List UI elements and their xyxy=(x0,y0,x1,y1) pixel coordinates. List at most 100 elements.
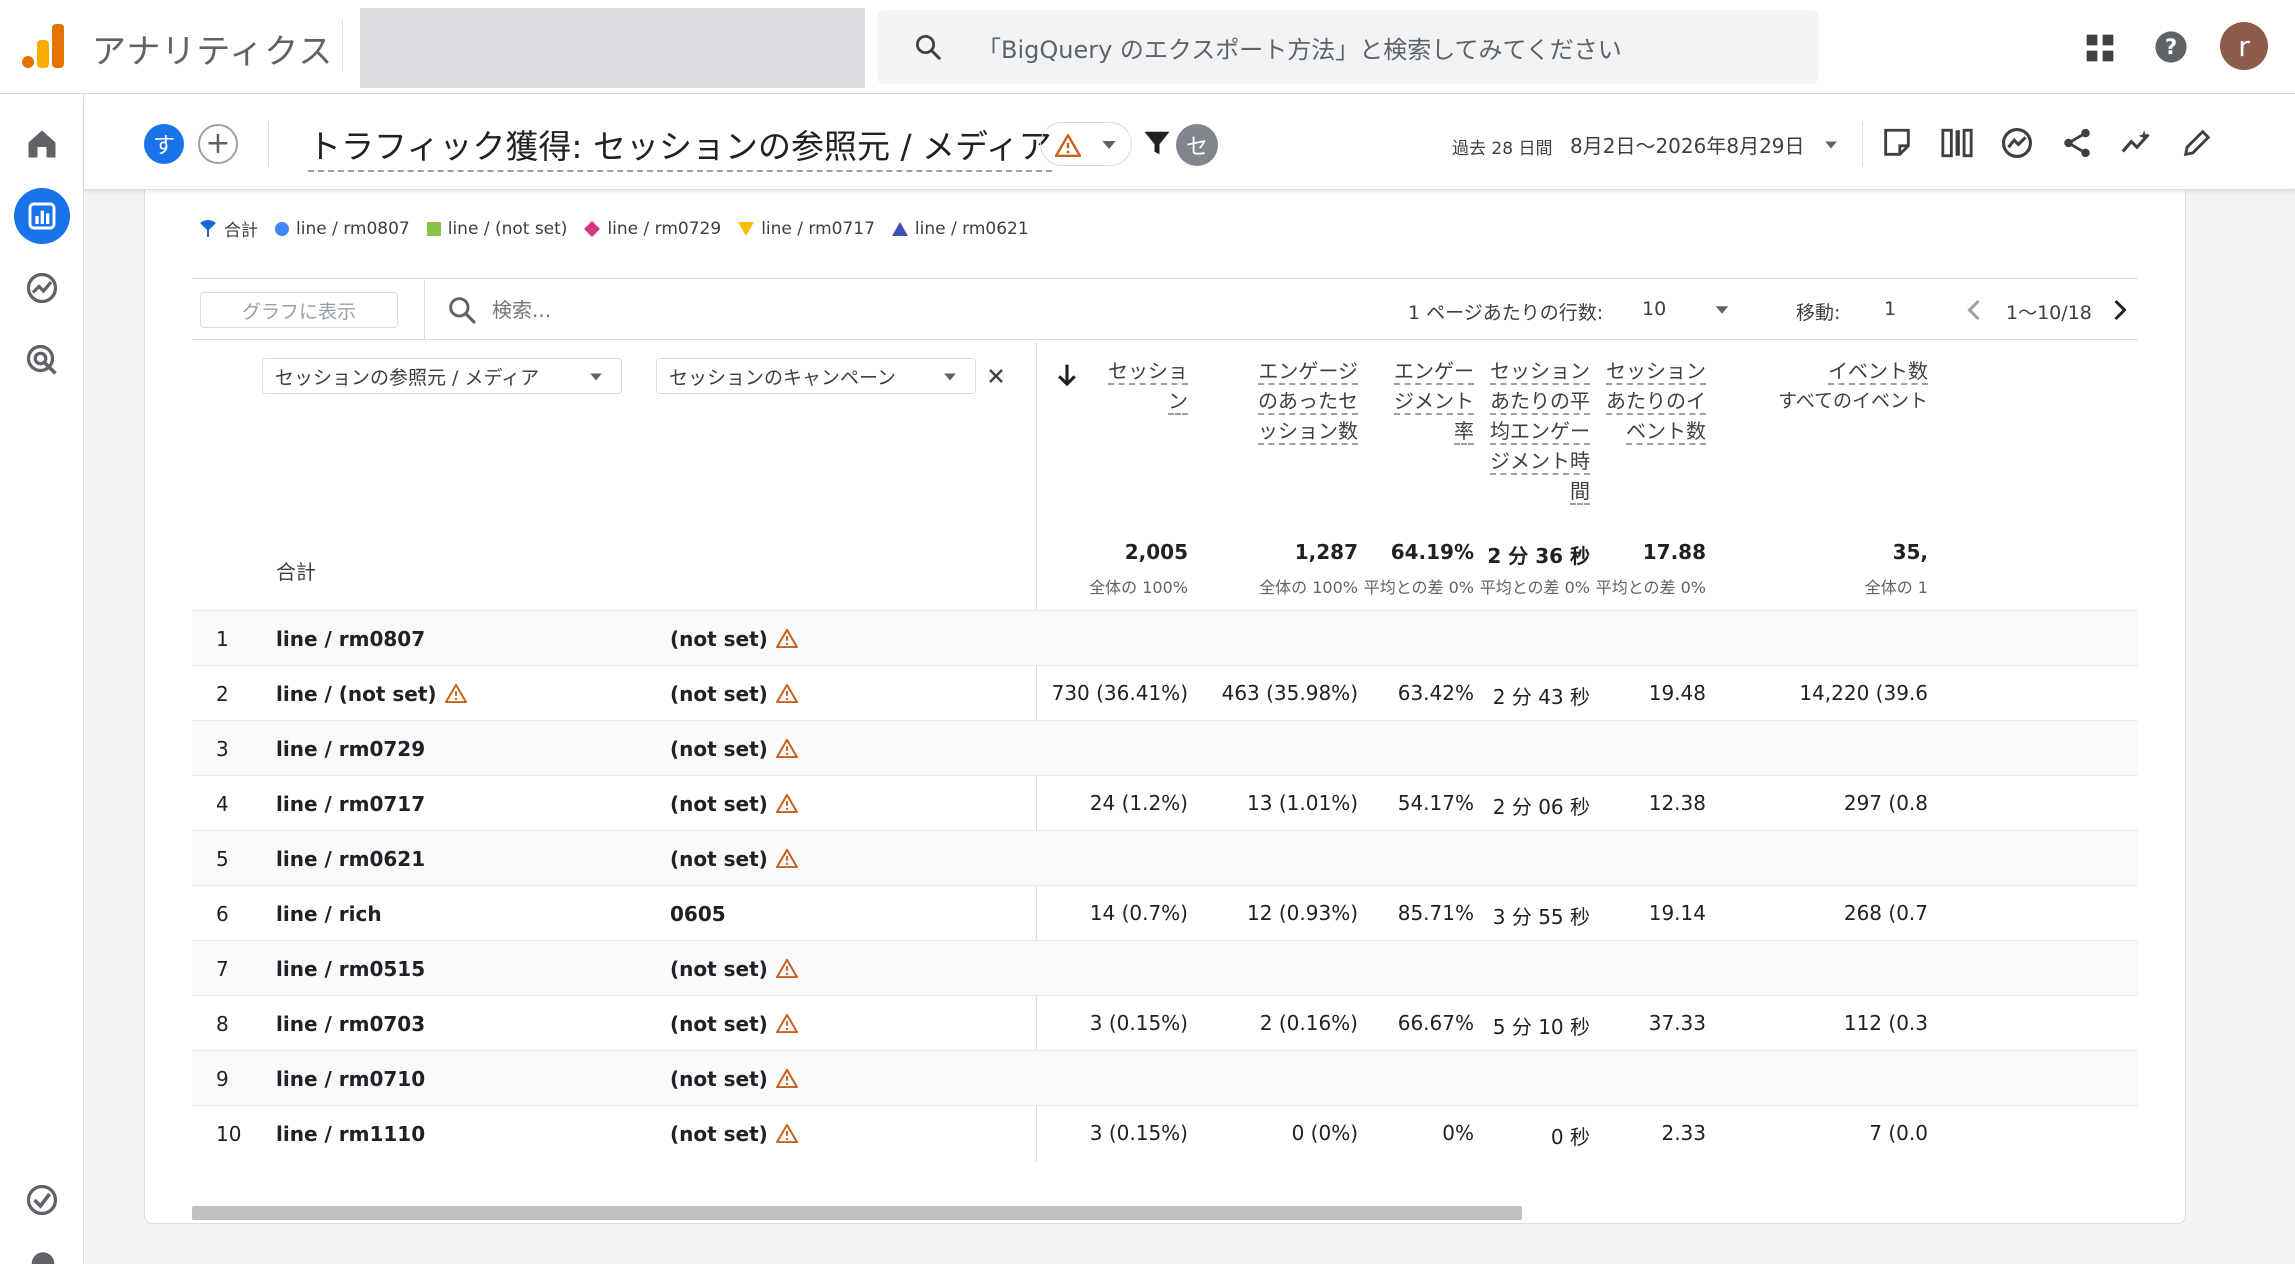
table-row[interactable]: 3 line / rm0729 (not set) xyxy=(192,720,2138,775)
source-medium-text: line / rm0710 xyxy=(276,1067,426,1091)
avatar[interactable]: r xyxy=(2220,22,2268,70)
row-source-medium[interactable]: line / rm0807 xyxy=(276,627,425,651)
rows-per-page-select[interactable]: 10 xyxy=(1642,298,1666,320)
help-icon[interactable]: ? xyxy=(2154,30,2188,64)
warning-icon[interactable] xyxy=(775,848,798,868)
legend-item-rm0717[interactable]: line / rm0717 xyxy=(737,219,875,239)
date-range-value[interactable]: 8月2日〜2026年8月29日 xyxy=(1570,130,1805,159)
warning-icon[interactable] xyxy=(444,683,467,703)
filter-icon[interactable] xyxy=(1142,128,1172,158)
table-row[interactable]: 7 line / rm0515 (not set) xyxy=(192,940,2138,995)
global-search-placeholder[interactable]: 「BigQuery のエクスポート方法」と検索してみてください xyxy=(977,30,1622,65)
date-range-label[interactable]: 過去 28 日間 xyxy=(1452,134,1552,159)
table-search-input[interactable] xyxy=(492,294,792,326)
metric-header-0[interactable]: セッション xyxy=(1036,356,1188,416)
chart-legend: 合計 line / rm0807 line / (not set) line /… xyxy=(198,216,1045,241)
settings-gear-icon[interactable] xyxy=(28,1248,58,1264)
warning-icon[interactable] xyxy=(775,793,798,813)
advertising-icon[interactable] xyxy=(24,342,60,378)
table-row[interactable]: 1 line / rm0807 (not set) xyxy=(192,610,2138,665)
row-campaign[interactable]: 0605 xyxy=(670,902,726,926)
warning-icon[interactable] xyxy=(775,1013,798,1033)
remove-dimension-close-icon[interactable] xyxy=(986,366,1006,386)
add-comparison-button[interactable]: + xyxy=(198,124,238,164)
row-source-medium[interactable]: line / rm0717 xyxy=(276,792,425,816)
row-source-medium[interactable]: line / (not set) xyxy=(276,682,467,706)
row-source-medium[interactable]: line / rich xyxy=(276,902,382,926)
table-row[interactable]: 6 line / rich 0605 xyxy=(192,885,2138,940)
table-row[interactable]: 10 line / rm1110 (not set) xyxy=(192,1105,2138,1160)
explore-icon[interactable] xyxy=(24,270,60,306)
filter-chip[interactable]: セ xyxy=(1176,124,1218,166)
edit-pencil-icon[interactable] xyxy=(2180,126,2214,160)
row-number: 7 xyxy=(216,957,229,981)
totals-label: 合計 xyxy=(276,560,316,584)
legend-item-rm0621[interactable]: line / rm0621 xyxy=(891,219,1029,239)
warning-icon[interactable] xyxy=(775,628,798,648)
legend-item-notset[interactable]: line / (not set) xyxy=(426,219,567,239)
table-row[interactable]: 9 line / rm0710 (not set) xyxy=(192,1050,2138,1105)
row-source-medium[interactable]: line / rm0703 xyxy=(276,1012,425,1036)
legend-square-icon xyxy=(426,221,441,236)
apps-grid-icon[interactable] xyxy=(2084,32,2116,64)
horizontal-scrollbar[interactable] xyxy=(192,1206,1522,1220)
trends-icon[interactable] xyxy=(2120,126,2154,160)
table-row[interactable]: 8 line / rm0703 (not set) xyxy=(192,995,2138,1050)
legend-item-rm0729[interactable]: line / rm0729 xyxy=(583,219,721,239)
table-row[interactable]: 2 line / (not set) (not set) xyxy=(192,665,2138,720)
legend-circle-icon xyxy=(275,221,289,236)
secondary-dimension-select[interactable]: セッションのキャンペーン xyxy=(656,358,976,394)
row-campaign[interactable]: (not set) xyxy=(670,1012,798,1036)
global-search-bar[interactable]: 「BigQuery のエクスポート方法」と検索してみてください xyxy=(877,10,1819,84)
legend-item-rm0807[interactable]: line / rm0807 xyxy=(274,219,410,239)
table-row[interactable]: 5 line / rm0621 (not set) xyxy=(192,830,2138,885)
row-campaign[interactable]: (not set) xyxy=(670,737,798,761)
prev-page-icon[interactable] xyxy=(1966,298,1982,322)
warning-icon[interactable] xyxy=(775,683,798,703)
warning-icon[interactable] xyxy=(775,1068,798,1088)
row-campaign[interactable]: (not set) xyxy=(670,627,798,651)
row-campaign[interactable]: (not set) xyxy=(670,682,798,706)
left-nav xyxy=(0,94,84,1264)
metric-header-line: あたりのイ xyxy=(1606,389,1706,415)
legend-item-total[interactable]: 合計 xyxy=(198,216,258,241)
row-source-medium[interactable]: line / rm0621 xyxy=(276,847,425,871)
plot-rows-button[interactable]: グラフに表示 xyxy=(200,292,398,328)
row-campaign[interactable]: (not set) xyxy=(670,1067,798,1091)
share-icon[interactable] xyxy=(2060,126,2094,160)
row-source-medium[interactable]: line / rm0515 xyxy=(276,957,425,981)
warning-icon[interactable] xyxy=(775,958,798,978)
row-campaign[interactable]: (not set) xyxy=(670,957,798,981)
metric-header-5[interactable]: イベント数 すべてのイベント xyxy=(1758,356,1928,416)
warning-icon[interactable] xyxy=(775,1123,798,1143)
account-selector[interactable] xyxy=(360,8,865,88)
row-source-medium[interactable]: line / rm1110 xyxy=(276,1122,425,1146)
home-icon[interactable] xyxy=(24,126,60,162)
rows-chevron-down-icon[interactable] xyxy=(1714,305,1730,315)
segment-chip[interactable]: す xyxy=(144,124,184,164)
insights-icon[interactable] xyxy=(2000,126,2034,160)
row-campaign[interactable]: (not set) xyxy=(670,792,798,816)
date-chevron-down-icon[interactable] xyxy=(1824,140,1838,150)
next-page-icon[interactable] xyxy=(2112,298,2128,322)
row-campaign[interactable]: (not set) xyxy=(670,1122,798,1146)
warning-icon[interactable] xyxy=(775,738,798,758)
row-campaign[interactable]: (not set) xyxy=(670,847,798,871)
goto-page-input[interactable]: 1 xyxy=(1884,298,1896,320)
chevron-down-icon xyxy=(944,373,956,381)
data-quality-warning-button[interactable] xyxy=(1040,122,1132,166)
reports-nav-active[interactable] xyxy=(14,188,70,244)
admin-check-icon[interactable] xyxy=(24,1182,60,1218)
comment-icon[interactable] xyxy=(1880,126,1914,160)
metric-header-4[interactable]: セッション あたりのイ ベント数 xyxy=(1536,356,1706,446)
source-medium-text: line / (not set) xyxy=(276,682,437,706)
analytics-logo-icon[interactable] xyxy=(22,24,64,68)
compare-icon[interactable] xyxy=(1940,126,1974,160)
row-source-medium[interactable]: line / rm0729 xyxy=(276,737,425,761)
legend-diamond-icon xyxy=(584,220,601,237)
table-row[interactable]: 4 line / rm0717 (not set) xyxy=(192,775,2138,830)
primary-dimension-select[interactable]: セッションの参照元 / メディア xyxy=(262,358,622,394)
row-source-medium[interactable]: line / rm0710 xyxy=(276,1067,425,1091)
warning-icon xyxy=(1055,134,1081,157)
page-title[interactable]: トラフィック獲得: セッションの参照元 / メディア xyxy=(308,120,1052,172)
